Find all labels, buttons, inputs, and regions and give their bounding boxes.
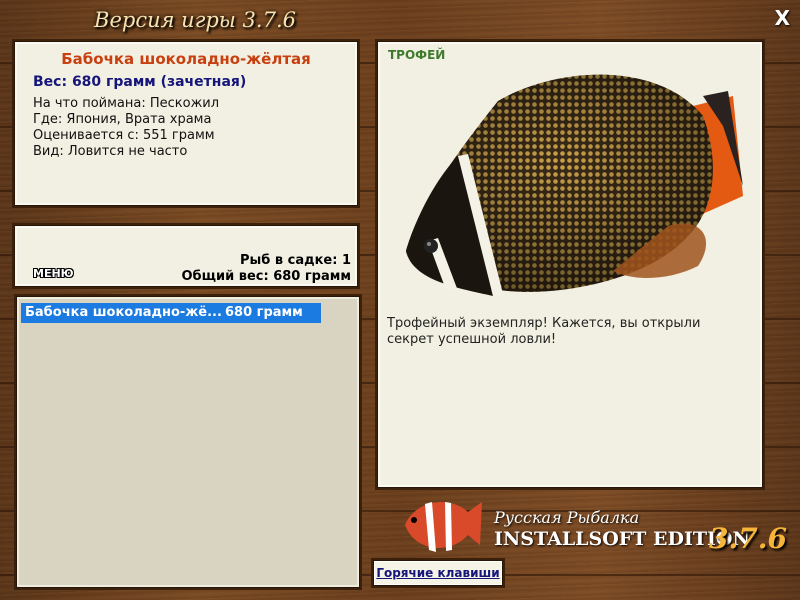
trophy-message: Трофейный экземпляр! Кажется, вы открыли… [387, 316, 701, 347]
cage-summary: Рыб в садке: 1 Общий вес: 680 грамм [181, 253, 351, 285]
cage-fish-count: Рыб в садке: 1 [239, 253, 351, 268]
fish-rated-from: Оценивается с: 551 грамм [33, 128, 215, 143]
fish-location: Где: Япония, Врата храма [33, 112, 212, 127]
list-item-name: Бабочка шоколадно-жё... [25, 305, 222, 320]
fish-bait: На что поймана: Пескожил [33, 96, 220, 111]
catch-list[interactable]: Бабочка шоколадно-жё... 680 грамм [16, 296, 360, 588]
fish-info-panel: Бабочка шоколадно-жёлтая Вес: 680 грамм … [14, 41, 358, 206]
cage-panel: МЕНЮ Рыб в садке: 1 Общий вес: 680 грамм [14, 225, 358, 287]
trophy-fish-image [406, 74, 743, 296]
menu-button[interactable]: МЕНЮ [33, 267, 74, 280]
list-item[interactable]: Бабочка шоколадно-жё... 680 грамм [21, 303, 321, 323]
logo-fish-image [405, 502, 482, 552]
fish-rarity: Вид: Ловится не часто [33, 144, 188, 159]
cage-total-weight: Общий вес: 680 грамм [181, 269, 351, 284]
fish-species-name: Бабочка шоколадно-жёлтая [61, 50, 311, 68]
fish-weight: Вес: 680 грамм (зачетная) [33, 74, 247, 90]
trophy-panel: ТРОФЕЙ Трофейный экземпляр! Кажется, вы … [377, 41, 763, 488]
hotkeys-button[interactable]: Горячие клавиши [373, 560, 503, 586]
close-button[interactable]: X [775, 6, 790, 30]
window-title: Версия игры 3.7.6 [94, 8, 296, 32]
brand-version: 3.7.6 [709, 522, 787, 555]
list-item-weight: 680 грамм [225, 305, 303, 320]
trophy-label: ТРОФЕЙ [388, 48, 446, 62]
brand-title: Русская Рыбалка [494, 508, 640, 527]
